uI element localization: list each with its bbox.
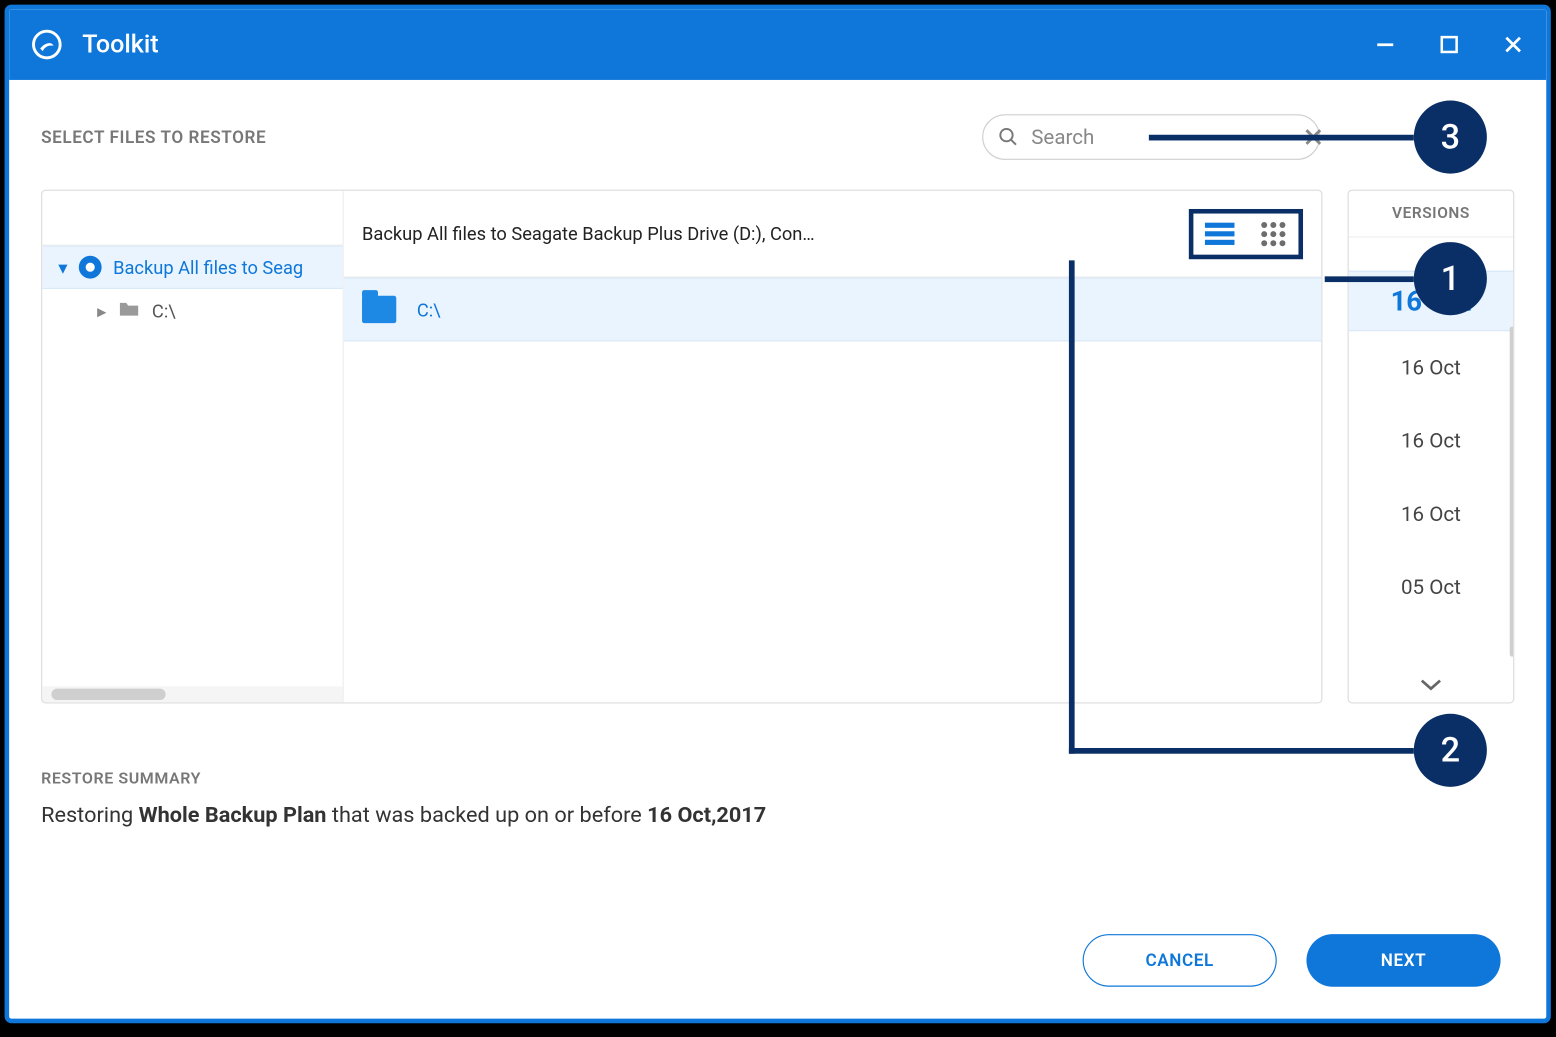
grid-view-button[interactable] (1260, 220, 1287, 247)
callout-bubble-1: 1 (1414, 242, 1487, 315)
summary-text: Restoring Whole Backup Plan that was bac… (41, 802, 1514, 828)
summary-date: 16 Oct,2017 (647, 802, 766, 828)
next-button[interactable]: NEXT (1306, 934, 1500, 987)
tree-item-label: C:\ (152, 300, 176, 322)
version-item[interactable]: 05 Oct (1349, 550, 1513, 623)
maximize-button[interactable] (1437, 32, 1462, 57)
callout-leader-line (1069, 748, 1414, 754)
window-controls (1373, 32, 1526, 57)
folder-icon (118, 299, 141, 322)
folder-tree: ▾ Backup All files to Seag ▸ C:\ (42, 191, 343, 703)
tree-item-label: Backup All files to Seag (113, 256, 303, 278)
cancel-button[interactable]: CANCEL (1083, 934, 1277, 987)
app-window: Toolkit SELECT FILES TO RESTORE (5, 5, 1551, 1024)
summary-text-part: Restoring (41, 802, 139, 828)
seagate-logo-icon (30, 27, 64, 61)
restore-summary: RESTORE SUMMARY Restoring Whole Backup P… (41, 770, 1514, 828)
view-toggle (1189, 208, 1303, 258)
file-name: C:\ (417, 299, 441, 321)
minimize-button[interactable] (1373, 32, 1398, 57)
close-button[interactable] (1501, 32, 1526, 57)
app-title: Toolkit (82, 30, 1372, 59)
versions-list: 16 Oct 16 Oct 16 Oct 16 Oct 05 Oct (1349, 272, 1513, 668)
folder-icon (362, 296, 396, 323)
version-item[interactable]: 16 Oct (1349, 404, 1513, 477)
callout-bubble-2: 2 (1414, 714, 1487, 787)
callout-bubble-3: 3 (1414, 100, 1487, 173)
version-item[interactable]: 16 Oct (1349, 477, 1513, 550)
version-item[interactable]: 16 Oct (1349, 331, 1513, 404)
chevron-down-icon (1420, 678, 1443, 692)
file-list: Backup All files to Seagate Backup Plus … (344, 191, 1322, 703)
section-heading: SELECT FILES TO RESTORE (41, 127, 266, 148)
collapse-icon[interactable]: ▾ (58, 256, 67, 278)
file-browser: ▾ Backup All files to Seag ▸ C:\ (41, 190, 1322, 704)
file-row-drive-c[interactable]: C:\ (344, 278, 1322, 342)
list-view-button[interactable] (1205, 221, 1235, 246)
disc-icon (79, 256, 102, 279)
search-icon (997, 126, 1020, 149)
expand-icon[interactable]: ▸ (97, 300, 106, 322)
tree-item-backup-plan[interactable]: ▾ Backup All files to Seag (42, 246, 342, 289)
summary-text-part: that was backed up on or before (326, 802, 647, 828)
versions-scrollbar[interactable] (1510, 327, 1513, 657)
callout-leader-line (1069, 260, 1075, 753)
summary-heading: RESTORE SUMMARY (41, 770, 1514, 788)
breadcrumb: Backup All files to Seagate Backup Plus … (362, 223, 815, 245)
callout-leader-line (1325, 276, 1414, 282)
versions-heading: VERSIONS (1349, 191, 1513, 238)
callout-leader-line (1149, 135, 1414, 141)
versions-scroll-down[interactable] (1349, 668, 1513, 702)
summary-plan-name: Whole Backup Plan (139, 802, 327, 828)
tree-item-drive-c[interactable]: ▸ C:\ (42, 289, 342, 332)
tree-horizontal-scrollbar[interactable] (42, 686, 342, 702)
titlebar: Toolkit (9, 9, 1546, 80)
